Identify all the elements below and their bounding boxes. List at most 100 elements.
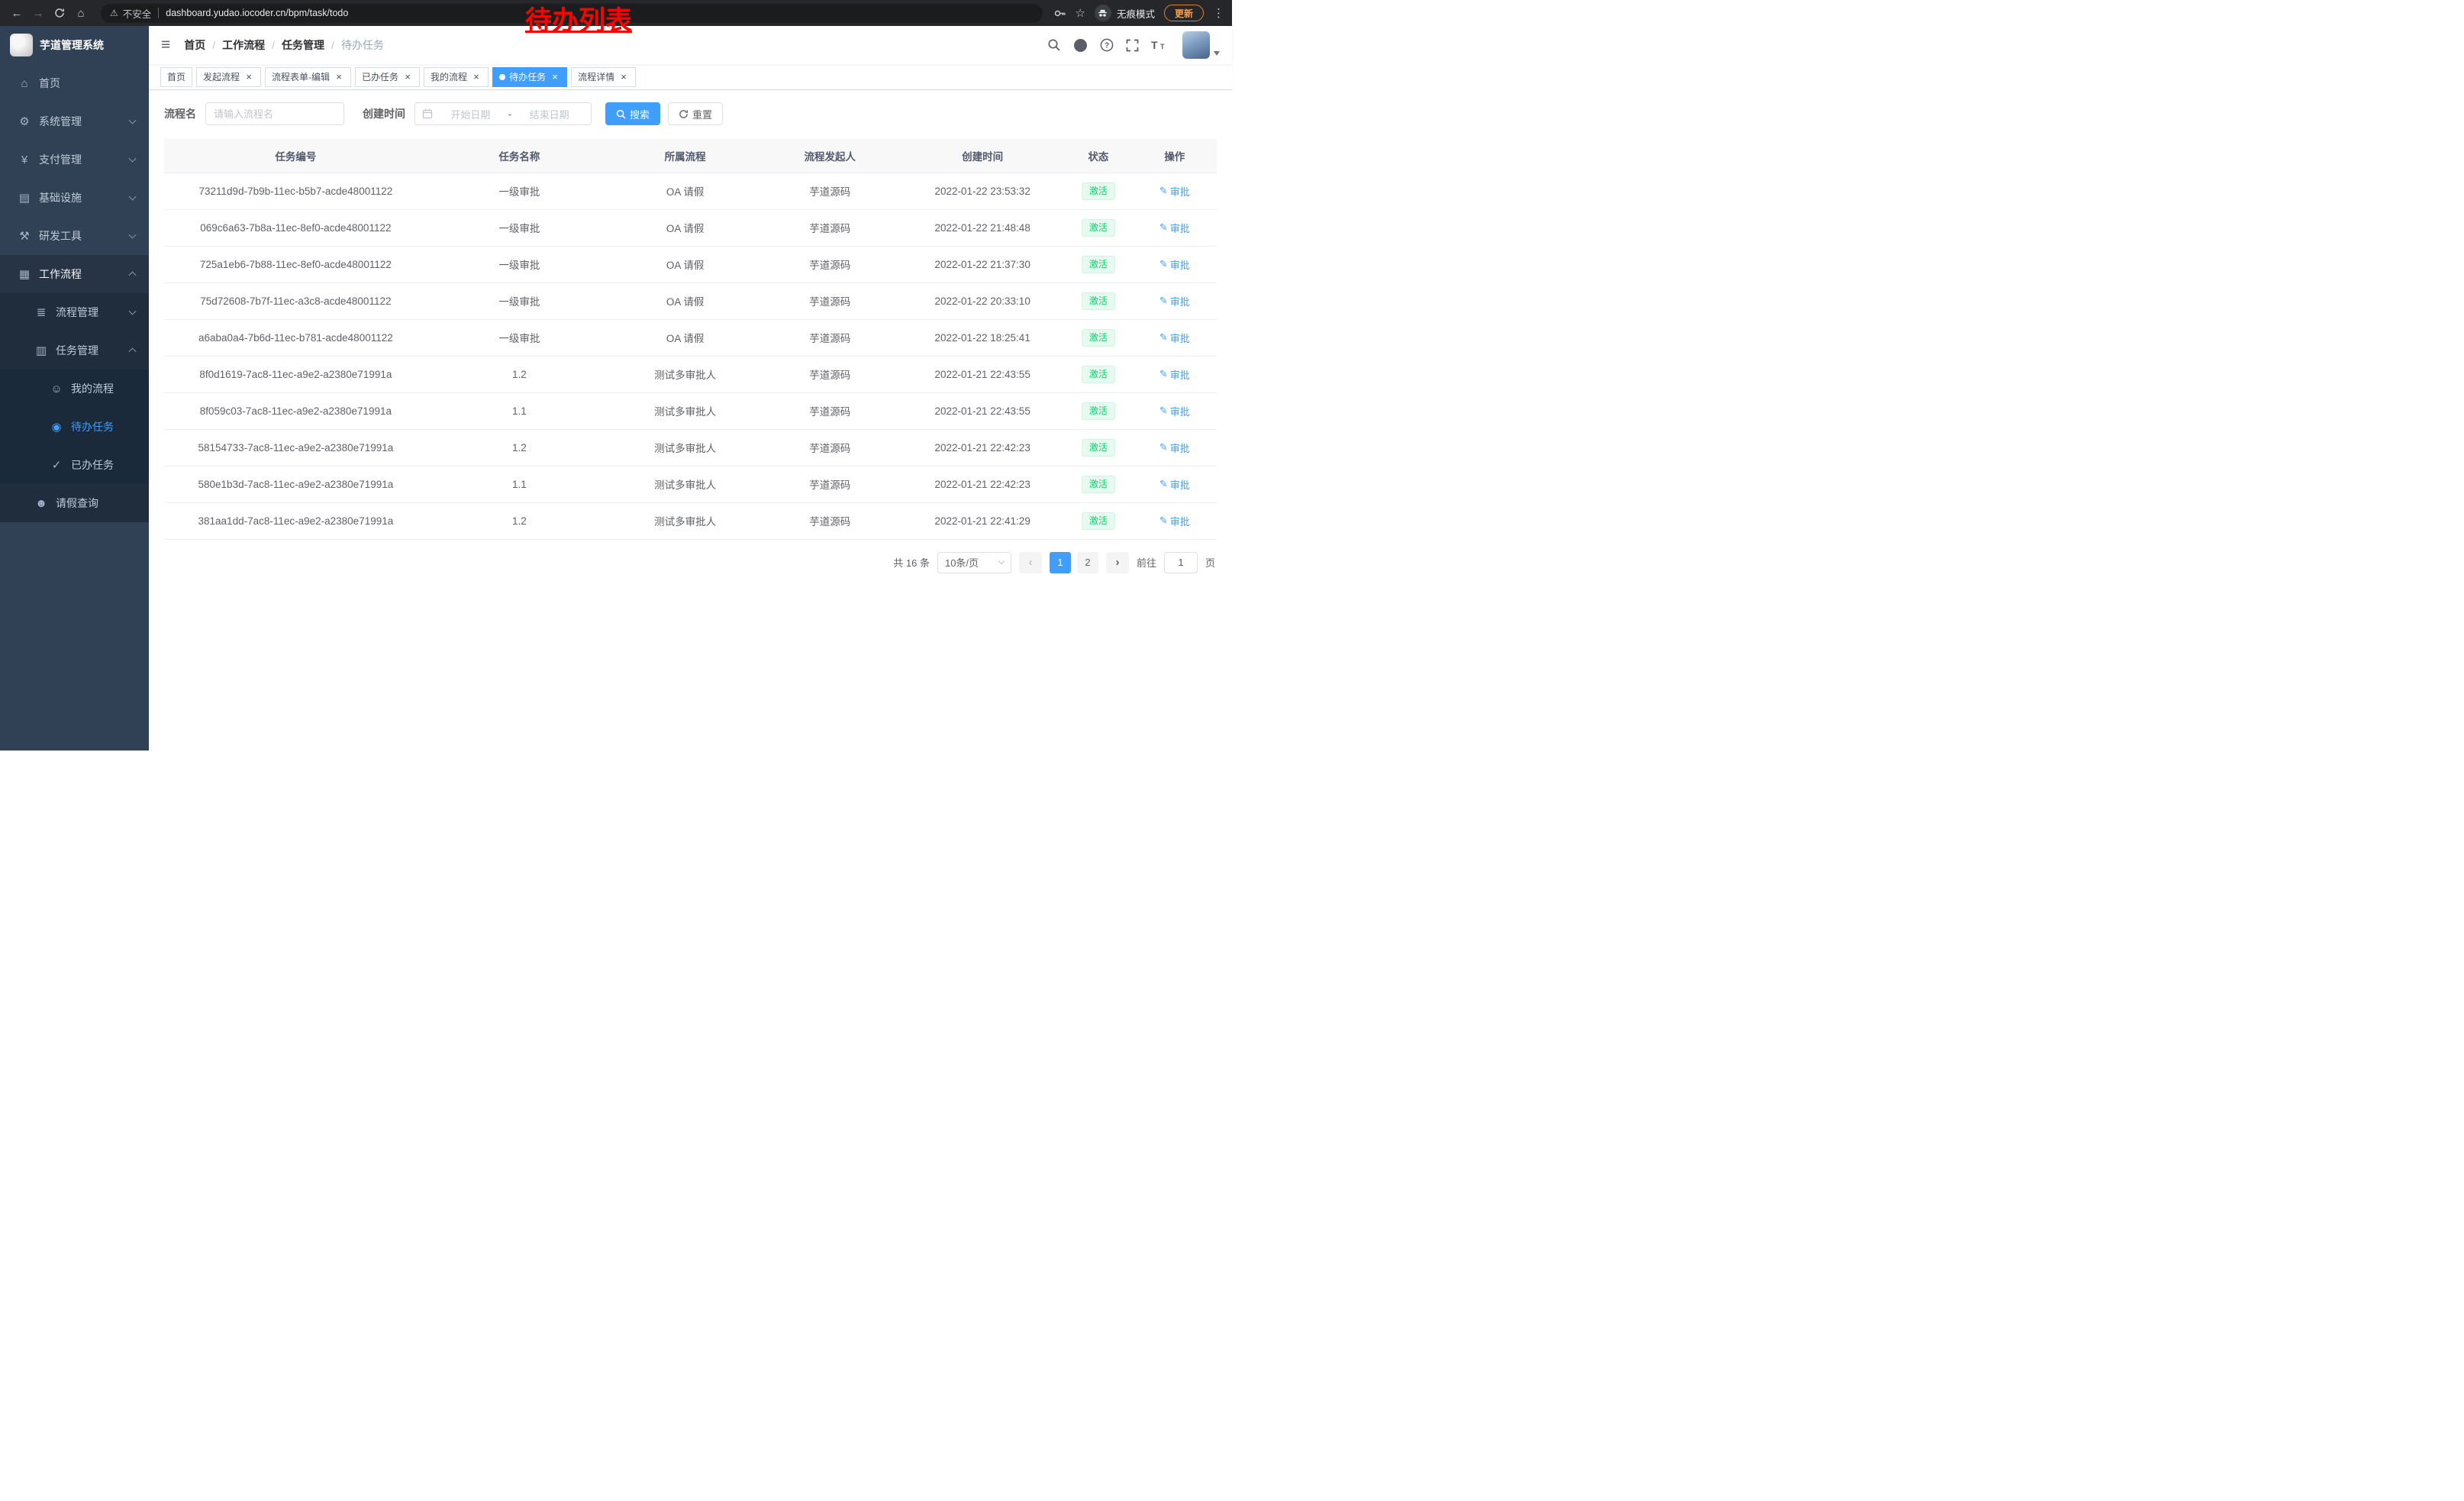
- tab-form-edit[interactable]: 流程表单-编辑×: [265, 67, 351, 87]
- url-text[interactable]: dashboard.yudao.iocoder.cn/bpm/task/todo: [166, 8, 348, 18]
- font-size-icon[interactable]: TT: [1151, 39, 1167, 51]
- process-name-input[interactable]: [205, 102, 344, 125]
- refresh-icon[interactable]: [50, 4, 69, 22]
- cell-initiator: 芋道源码: [759, 502, 901, 539]
- github-icon[interactable]: [1073, 38, 1088, 53]
- tab-done-task[interactable]: 已办任务×: [355, 67, 420, 87]
- tab-close-icon[interactable]: ×: [471, 72, 482, 82]
- tab-close-icon[interactable]: ×: [243, 72, 254, 82]
- approve-link[interactable]: ✎审批: [1159, 477, 1190, 492]
- page-button-1[interactable]: 1: [1050, 552, 1071, 573]
- avatar[interactable]: [1182, 31, 1210, 59]
- tab-label: 首页: [167, 70, 185, 83]
- yen-icon: ¥: [15, 153, 34, 166]
- search-icon[interactable]: [1047, 38, 1061, 52]
- tab-process-detail[interactable]: 流程详情×: [571, 67, 636, 87]
- sidebar-item-process-mgmt[interactable]: ≣流程管理: [0, 293, 149, 331]
- sidebar-item-label: 研发工具: [39, 228, 82, 244]
- tab-close-icon[interactable]: ×: [550, 72, 560, 82]
- breadcrumb-item[interactable]: 首页: [184, 37, 205, 53]
- security-label[interactable]: 不安全: [123, 6, 152, 21]
- sidebar-item-label: 基础设施: [39, 190, 82, 205]
- home-icon[interactable]: ⌂: [72, 4, 90, 22]
- approve-label: 审批: [1170, 221, 1190, 235]
- total-count: 共 16 条: [893, 555, 930, 570]
- tab-label: 待办任务: [509, 70, 546, 83]
- approve-link[interactable]: ✎审批: [1159, 441, 1190, 455]
- sidebar-item-done-task[interactable]: ✓已办任务: [0, 446, 149, 484]
- tab-todo-task[interactable]: 待办任务 ×: [492, 67, 567, 87]
- cell-created: 2022-01-21 22:42:23: [901, 429, 1064, 466]
- approve-link[interactable]: ✎审批: [1159, 404, 1190, 418]
- tab-close-icon[interactable]: ×: [334, 72, 344, 82]
- date-range-picker[interactable]: 开始日期 - 结束日期: [414, 102, 592, 125]
- tab-home[interactable]: 首页: [160, 67, 192, 87]
- cell-name: 一级审批: [427, 319, 611, 356]
- hamburger-icon[interactable]: ≡: [161, 36, 170, 54]
- table-row: 069c6a63-7b8a-11ec-8ef0-acde48001122一级审批…: [164, 209, 1217, 246]
- top-navbar: ≡ 首页/工作流程/任务管理/待办任务 ? TT: [149, 26, 1232, 64]
- approve-link[interactable]: ✎审批: [1159, 257, 1190, 272]
- tab-close-icon[interactable]: ×: [402, 72, 413, 82]
- sidebar-item-system[interactable]: ⚙系统管理: [0, 102, 149, 140]
- tab-close-icon[interactable]: ×: [618, 72, 629, 82]
- cell-id: 8f059c03-7ac8-11ec-a9e2-a2380e71991a: [164, 392, 427, 429]
- edit-icon: ✎: [1159, 441, 1168, 454]
- approve-link[interactable]: ✎审批: [1159, 184, 1190, 199]
- page-size-select[interactable]: 10条/页: [937, 552, 1011, 573]
- cell-id: 73211d9d-7b9b-11ec-b5b7-acde48001122: [164, 173, 427, 209]
- sidebar-item-leave-query[interactable]: ☻请假查询: [0, 484, 149, 522]
- sidebar-item-infra[interactable]: ▤基础设施: [0, 179, 149, 217]
- approve-link[interactable]: ✎审批: [1159, 221, 1190, 235]
- menu-dots-icon[interactable]: ⋮: [1213, 6, 1224, 20]
- cell-status: 激活: [1064, 392, 1133, 429]
- update-button[interactable]: 更新: [1164, 5, 1204, 21]
- omnibox-divider: [158, 8, 159, 18]
- approve-link[interactable]: ✎审批: [1159, 294, 1190, 308]
- bookmark-star-icon[interactable]: ☆: [1076, 6, 1085, 20]
- cell-action: ✎审批: [1133, 209, 1217, 246]
- cell-name: 1.2: [427, 429, 611, 466]
- cell-status: 激活: [1064, 356, 1133, 392]
- breadcrumb-item[interactable]: 任务管理: [282, 37, 324, 53]
- sidebar-item-devtools[interactable]: ⚒研发工具: [0, 217, 149, 255]
- help-icon[interactable]: ?: [1100, 38, 1114, 52]
- app-logo[interactable]: 芋道管理系统: [0, 26, 149, 64]
- forward-icon[interactable]: →: [29, 4, 47, 22]
- edit-icon: ✎: [1159, 515, 1168, 527]
- sidebar-item-workflow[interactable]: ▦工作流程: [0, 255, 149, 293]
- page-button-2[interactable]: 2: [1077, 552, 1098, 573]
- key-icon[interactable]: [1053, 7, 1066, 20]
- breadcrumb-item[interactable]: 工作流程: [222, 37, 265, 53]
- chevron-down-icon: [129, 231, 137, 239]
- end-date-placeholder[interactable]: 结束日期: [514, 107, 584, 121]
- user-avatar-menu[interactable]: [1182, 31, 1220, 59]
- back-icon[interactable]: ←: [8, 4, 26, 22]
- cell-process: 测试多审批人: [611, 429, 759, 466]
- status-badge: 激活: [1082, 256, 1115, 273]
- sidebar-item-home[interactable]: ⌂首页: [0, 64, 149, 102]
- prev-page-button[interactable]: ‹: [1019, 552, 1042, 573]
- reset-button[interactable]: 重置: [668, 102, 723, 125]
- chrome-right-controls: ☆ 无痕模式 更新 ⋮: [1053, 5, 1224, 21]
- sidebar-item-my-process[interactable]: ☺我的流程: [0, 370, 149, 408]
- next-page-button[interactable]: ›: [1106, 552, 1129, 573]
- search-button[interactable]: 搜索: [605, 102, 660, 125]
- fullscreen-icon[interactable]: [1126, 39, 1139, 52]
- date-range-separator: -: [508, 108, 511, 120]
- status-badge: 激活: [1082, 219, 1115, 237]
- approve-link[interactable]: ✎审批: [1159, 331, 1190, 345]
- tab-start-process[interactable]: 发起流程×: [196, 67, 261, 87]
- cell-created: 2022-01-22 21:37:30: [901, 246, 1064, 282]
- sidebar-item-payment[interactable]: ¥支付管理: [0, 140, 149, 179]
- approve-link[interactable]: ✎审批: [1159, 514, 1190, 528]
- start-date-placeholder[interactable]: 开始日期: [436, 107, 505, 121]
- sidebar-item-task-mgmt[interactable]: ▥任务管理: [0, 331, 149, 370]
- goto-page-input[interactable]: [1164, 552, 1198, 573]
- tab-my-process[interactable]: 我的流程×: [424, 67, 489, 87]
- sidebar-item-todo-task[interactable]: ◉待办任务: [0, 408, 149, 446]
- cell-id: 75d72608-7b7f-11ec-a3c8-acde48001122: [164, 282, 427, 319]
- approve-link[interactable]: ✎审批: [1159, 367, 1190, 382]
- cell-process: 测试多审批人: [611, 466, 759, 502]
- chevron-up-icon: [129, 347, 137, 355]
